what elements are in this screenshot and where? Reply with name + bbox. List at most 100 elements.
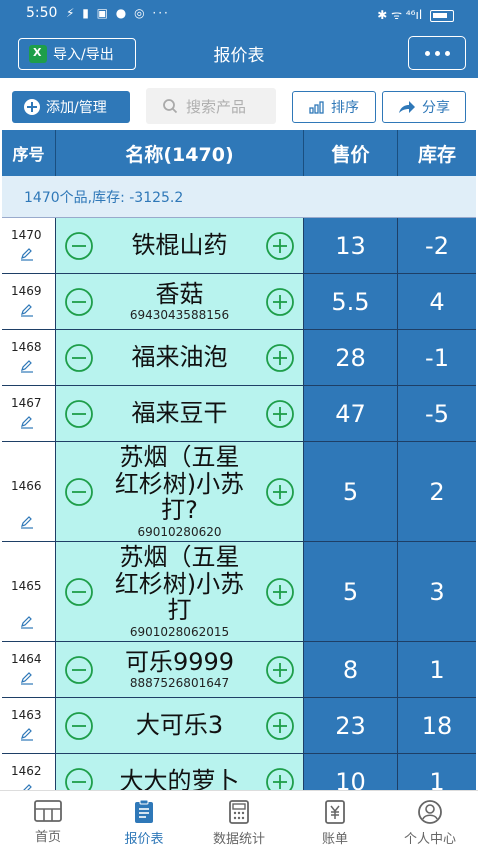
search-icon bbox=[163, 99, 178, 114]
edit-pencil-icon[interactable] bbox=[20, 726, 34, 745]
product-name-line: 红杉树)小苏 bbox=[114, 469, 245, 498]
row-index: 1464 bbox=[11, 652, 42, 666]
nav-quote-table[interactable]: 报价表 bbox=[96, 791, 192, 850]
table-row[interactable]: 1468 福来油泡 28 -1 bbox=[2, 330, 476, 386]
decrease-stock-icon[interactable] bbox=[64, 711, 94, 741]
edit-pencil-icon[interactable] bbox=[20, 514, 34, 533]
table-row[interactable]: 1466 苏烟（五星 红杉树)小苏 打? 69010280620 5 2 bbox=[2, 442, 476, 542]
header-stock[interactable]: 库存 bbox=[398, 130, 476, 176]
search-input[interactable]: 搜索产品 bbox=[146, 88, 276, 124]
product-name-line: 红杉树)小苏 bbox=[114, 569, 245, 598]
stock-cell[interactable]: -2 bbox=[398, 218, 476, 273]
decrease-stock-icon[interactable] bbox=[64, 767, 94, 790]
increase-stock-icon[interactable] bbox=[265, 477, 295, 507]
share-button[interactable]: 分享 bbox=[382, 91, 466, 123]
more-dot-icon bbox=[444, 50, 450, 56]
page-title: 报价表 bbox=[213, 46, 265, 66]
price-cell[interactable]: 28 bbox=[304, 330, 398, 385]
increase-stock-icon[interactable] bbox=[265, 399, 295, 429]
table-row[interactable]: 1470 铁棍山药 13 -2 bbox=[2, 218, 476, 274]
increase-stock-icon[interactable] bbox=[265, 343, 295, 373]
row-index: 1465 bbox=[11, 579, 42, 593]
stock-cell[interactable]: -1 bbox=[398, 330, 476, 385]
stock-cell[interactable]: -5 bbox=[398, 386, 476, 441]
row-index: 1469 bbox=[11, 284, 42, 298]
stock-cell[interactable]: 3 bbox=[398, 542, 476, 641]
decrease-stock-icon[interactable] bbox=[64, 287, 94, 317]
row-index: 1467 bbox=[11, 396, 42, 410]
increase-stock-icon[interactable] bbox=[265, 655, 295, 685]
product-name-cell: 可乐9999 8887526801647 bbox=[56, 642, 304, 697]
bar-chart-icon bbox=[309, 101, 324, 114]
edit-pencil-icon[interactable] bbox=[20, 614, 34, 633]
decrease-stock-icon[interactable] bbox=[64, 577, 94, 607]
price-cell[interactable]: 10 bbox=[304, 754, 398, 790]
price-cell[interactable]: 13 bbox=[304, 218, 398, 273]
product-name-line: 打 bbox=[167, 596, 192, 625]
price-cell[interactable]: 23 bbox=[304, 698, 398, 753]
decrease-stock-icon[interactable] bbox=[64, 655, 94, 685]
calculator-icon bbox=[229, 800, 249, 824]
product-name-line: 福来油泡 bbox=[131, 343, 228, 372]
increase-stock-icon[interactable] bbox=[265, 577, 295, 607]
row-index-cell: 1463 bbox=[2, 698, 56, 753]
user-icon bbox=[418, 800, 442, 824]
nav-bills[interactable]: 账单 bbox=[287, 791, 383, 850]
decrease-stock-icon[interactable] bbox=[64, 477, 94, 507]
increase-stock-icon[interactable] bbox=[265, 711, 295, 741]
sort-button[interactable]: 排序 bbox=[292, 91, 376, 123]
price-cell[interactable]: 47 bbox=[304, 386, 398, 441]
row-index-cell: 1462 bbox=[2, 754, 56, 790]
price-cell[interactable]: 5.5 bbox=[304, 274, 398, 329]
table-row[interactable]: 1469 香菇 6943043588156 5.5 4 bbox=[2, 274, 476, 330]
header-price[interactable]: 售价 bbox=[304, 130, 398, 176]
edit-pencil-icon[interactable] bbox=[20, 302, 34, 321]
product-name-cell: 铁棍山药 bbox=[56, 218, 304, 273]
stock-cell[interactable]: 18 bbox=[398, 698, 476, 753]
table-row[interactable]: 1463 大可乐3 23 18 bbox=[2, 698, 476, 754]
decrease-stock-icon[interactable] bbox=[64, 399, 94, 429]
more-options-button[interactable] bbox=[408, 36, 466, 70]
stock-cell[interactable]: 1 bbox=[398, 754, 476, 790]
product-name: 大大的萝卜 bbox=[96, 754, 263, 790]
table-row[interactable]: 1464 可乐9999 8887526801647 8 1 bbox=[2, 642, 476, 698]
product-name: 福来油泡 bbox=[96, 330, 263, 385]
header-index[interactable]: 序号 bbox=[2, 130, 56, 176]
price-cell[interactable]: 8 bbox=[304, 642, 398, 697]
edit-pencil-icon[interactable] bbox=[20, 414, 34, 433]
product-name-line: 大大的萝卜 bbox=[119, 767, 240, 790]
nav-profile[interactable]: 个人中心 bbox=[382, 791, 478, 850]
nav-statistics[interactable]: 数据统计 bbox=[191, 791, 287, 850]
increase-stock-icon[interactable] bbox=[265, 287, 295, 317]
price-cell[interactable]: 5 bbox=[304, 542, 398, 641]
product-name-line: 香菇 bbox=[155, 279, 204, 308]
table-row[interactable]: 1467 福来豆干 47 -5 bbox=[2, 386, 476, 442]
increase-stock-icon[interactable] bbox=[265, 767, 295, 790]
edit-pencil-icon[interactable] bbox=[20, 246, 34, 265]
product-name: 苏烟（五星 红杉树)小苏 打? 69010280620 bbox=[96, 442, 263, 541]
edit-pencil-icon[interactable] bbox=[20, 782, 34, 790]
product-name: 铁棍山药 bbox=[96, 218, 263, 273]
signal-icons: ✱ ᯤ ⁴⁶ıl bbox=[377, 6, 454, 23]
header-name[interactable]: 名称(1470) bbox=[56, 130, 304, 176]
battery-icon bbox=[430, 9, 454, 22]
add-manage-button[interactable]: 添加/管理 bbox=[12, 91, 130, 123]
yuan-receipt-icon bbox=[325, 800, 345, 824]
increase-stock-icon[interactable] bbox=[265, 231, 295, 261]
stock-cell[interactable]: 4 bbox=[398, 274, 476, 329]
product-name: 大可乐3 bbox=[96, 698, 263, 753]
stock-cell[interactable]: 1 bbox=[398, 642, 476, 697]
product-barcode: 6943043588156 bbox=[129, 308, 230, 323]
app-bar: 导入/导出 报价表 bbox=[0, 28, 478, 78]
price-cell[interactable]: 5 bbox=[304, 442, 398, 541]
edit-pencil-icon[interactable] bbox=[20, 670, 34, 689]
product-name: 香菇 6943043588156 bbox=[96, 274, 263, 329]
decrease-stock-icon[interactable] bbox=[64, 343, 94, 373]
decrease-stock-icon[interactable] bbox=[64, 231, 94, 261]
table-row[interactable]: 1465 苏烟（五星 红杉树)小苏打 6901028062015 5 3 bbox=[2, 542, 476, 642]
table-row[interactable]: 1462 大大的萝卜 10 1 bbox=[2, 754, 476, 790]
nav-home[interactable]: 首页 bbox=[0, 791, 96, 850]
stock-cell[interactable]: 2 bbox=[398, 442, 476, 541]
product-name-cell: 苏烟（五星 红杉树)小苏 打? 69010280620 bbox=[56, 442, 304, 541]
edit-pencil-icon[interactable] bbox=[20, 358, 34, 377]
